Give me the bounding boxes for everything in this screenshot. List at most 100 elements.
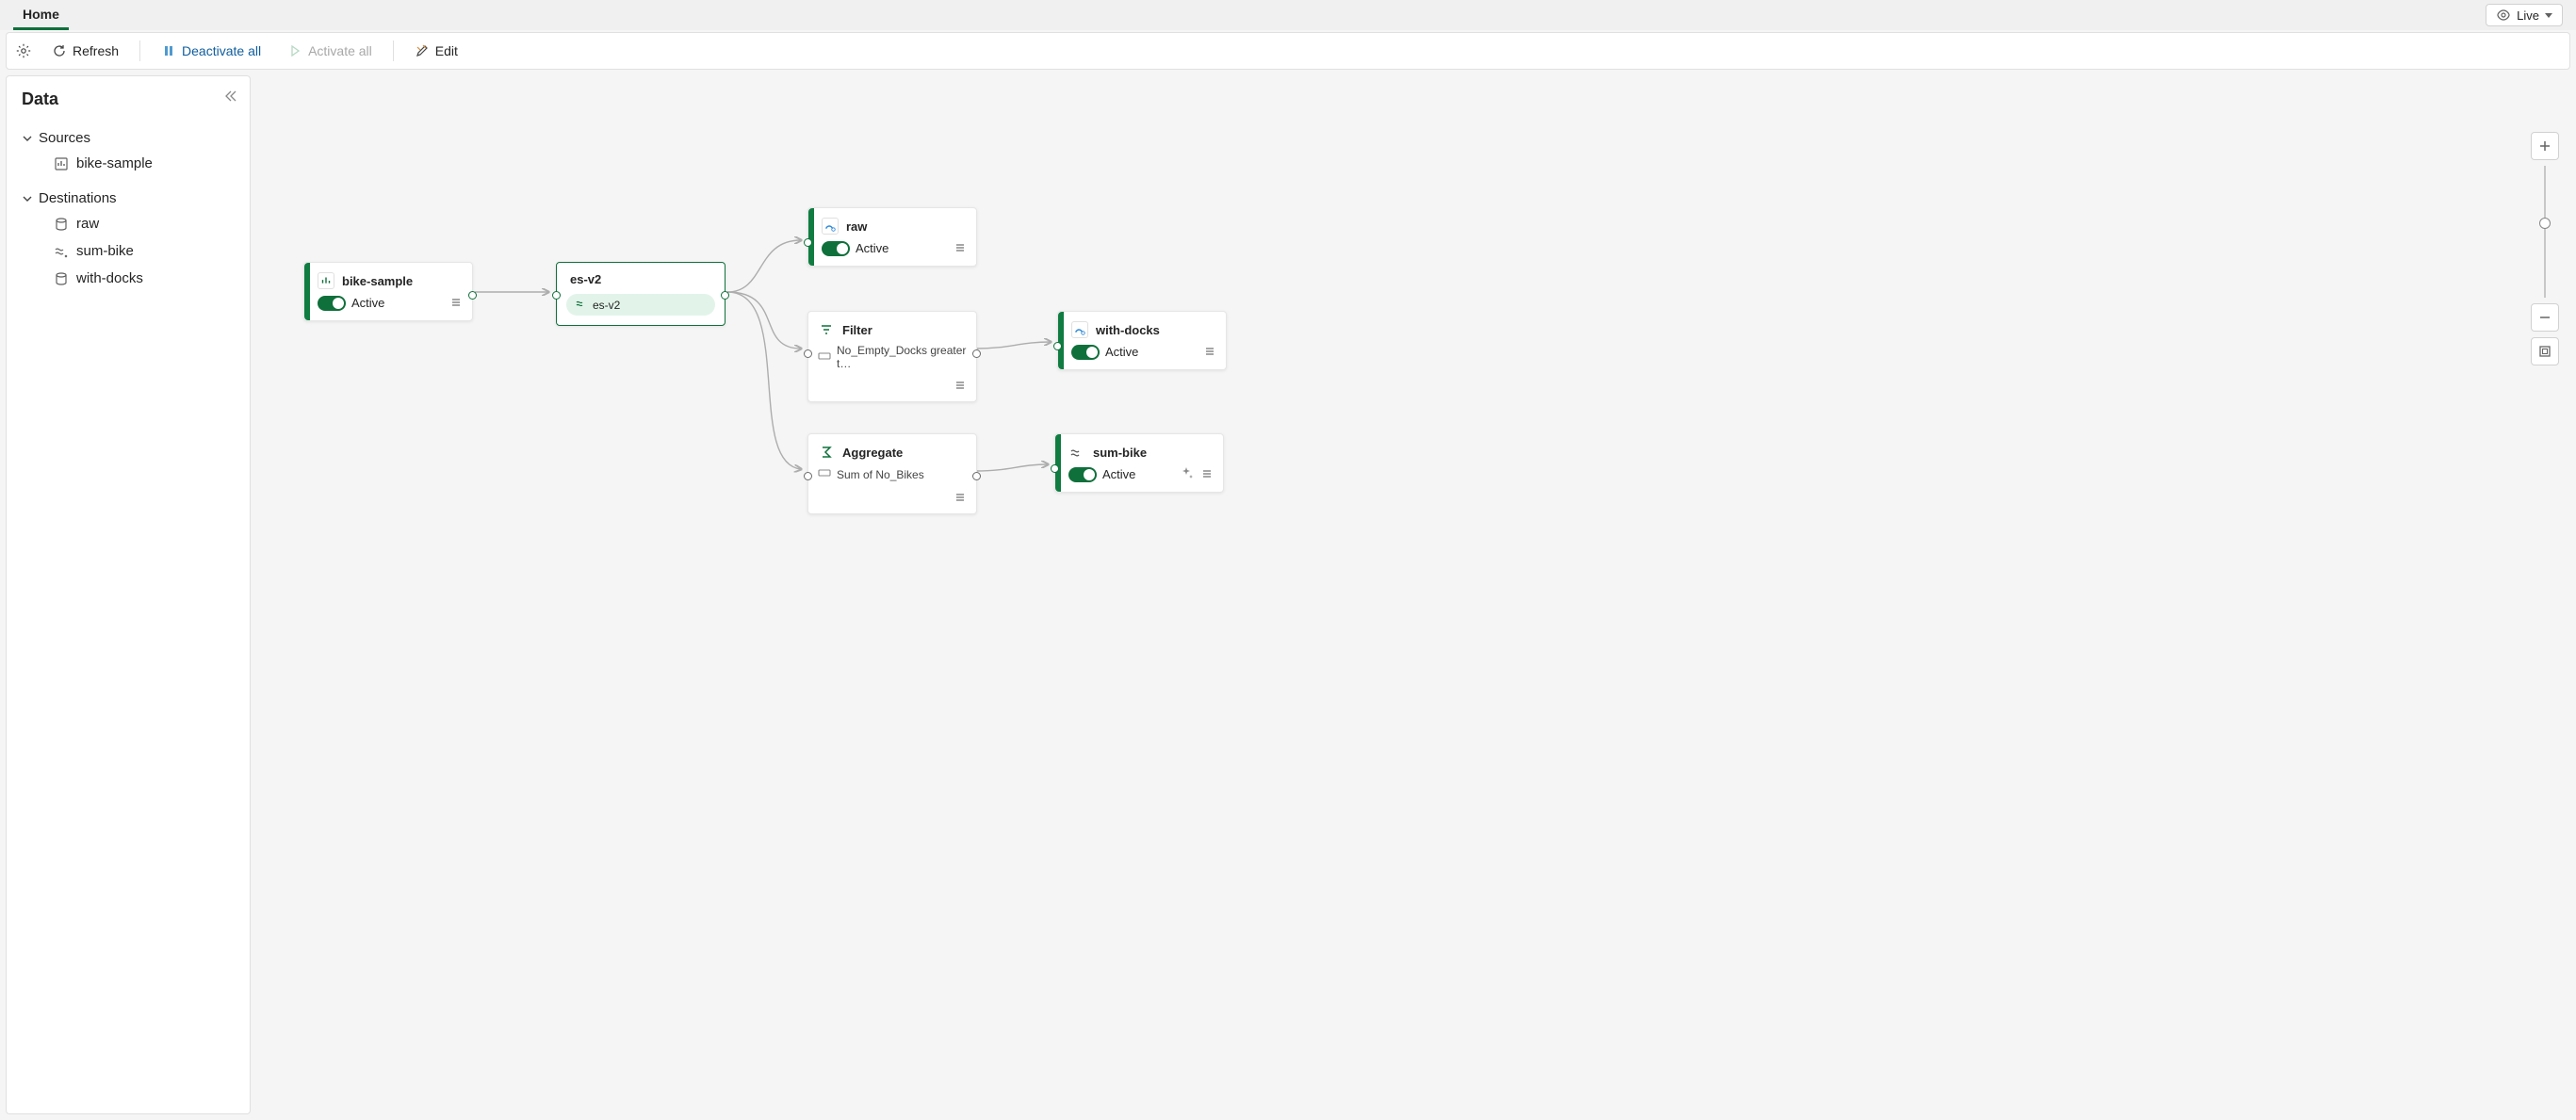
field-icon xyxy=(818,466,831,482)
tree-item-label: with-docks xyxy=(76,270,143,286)
tree-item-with-docks[interactable]: with-docks xyxy=(22,265,235,292)
fit-to-screen-button[interactable] xyxy=(2531,337,2559,365)
node-sum-bike[interactable]: sum-bike Active xyxy=(1054,433,1224,493)
node-title: with-docks xyxy=(1096,323,1160,337)
port-out[interactable] xyxy=(468,291,477,300)
zoom-in-button[interactable] xyxy=(2531,132,2559,160)
port-in[interactable] xyxy=(804,349,812,358)
tree-item-raw[interactable]: raw xyxy=(22,210,235,237)
port-in[interactable] xyxy=(552,291,561,300)
toggle-active[interactable] xyxy=(318,296,346,311)
gear-icon[interactable] xyxy=(16,43,31,58)
collapse-sidebar-button[interactable] xyxy=(223,89,236,106)
tree-item-label: bike-sample xyxy=(76,155,153,171)
refresh-button[interactable]: Refresh xyxy=(46,40,124,62)
node-status: Active xyxy=(1102,467,1135,481)
menu-icon[interactable] xyxy=(954,378,967,394)
tabs-bar: Home Live xyxy=(0,0,2576,30)
activate-all-button: Activate all xyxy=(282,40,378,62)
node-bike-sample[interactable]: bike-sample Active xyxy=(303,262,473,321)
node-filter[interactable]: Filter No_Empty_Docks greater t… xyxy=(807,311,977,402)
tree-item-bike-sample[interactable]: bike-sample xyxy=(22,150,235,177)
node-status: Active xyxy=(856,241,889,255)
zoom-out-button[interactable] xyxy=(2531,303,2559,332)
sidebar: Data Sources bike-sample Destinations xyxy=(6,75,251,1114)
pause-icon xyxy=(161,43,176,58)
destinations-label: Destinations xyxy=(39,190,117,206)
menu-icon[interactable] xyxy=(1200,466,1214,482)
tab-home[interactable]: Home xyxy=(13,1,69,30)
toggle-active[interactable] xyxy=(1068,467,1097,482)
toggle-active[interactable] xyxy=(1071,345,1100,360)
port-in[interactable] xyxy=(1053,342,1062,350)
node-title: Aggregate xyxy=(842,446,903,460)
port-out[interactable] xyxy=(972,349,981,358)
stream-icon xyxy=(54,244,69,259)
play-icon xyxy=(287,43,302,58)
refresh-icon xyxy=(52,43,67,58)
accent xyxy=(808,208,814,266)
stream-icon xyxy=(1068,444,1085,461)
menu-icon[interactable] xyxy=(449,295,463,311)
port-out[interactable] xyxy=(972,472,981,480)
kql-icon xyxy=(822,218,839,235)
edges xyxy=(256,75,2570,1114)
node-title: Filter xyxy=(842,323,872,337)
deactivate-all-button[interactable]: Deactivate all xyxy=(155,40,267,62)
bar-chart-icon xyxy=(54,156,69,171)
database-icon xyxy=(54,217,69,232)
chip-es-v2[interactable]: es-v2 xyxy=(566,294,715,316)
filter-rule: No_Empty_Docks greater t… xyxy=(837,344,967,370)
filter-icon xyxy=(818,321,835,338)
port-in[interactable] xyxy=(1051,464,1059,473)
port-in[interactable] xyxy=(804,472,812,480)
accent xyxy=(304,263,310,320)
edit-icon xyxy=(415,43,430,58)
menu-icon[interactable] xyxy=(1203,344,1216,360)
tree-section-sources[interactable]: Sources xyxy=(22,126,235,150)
refresh-label: Refresh xyxy=(73,43,119,58)
chevron-down-icon xyxy=(2545,13,2552,18)
node-title: es-v2 xyxy=(570,272,601,286)
menu-icon[interactable] xyxy=(954,240,967,256)
zoom-slider[interactable] xyxy=(2544,166,2546,298)
node-es-v2[interactable]: es-v2 es-v2 xyxy=(556,262,726,326)
port-in[interactable] xyxy=(804,238,812,247)
toggle-active[interactable] xyxy=(822,241,850,256)
tree-item-label: sum-bike xyxy=(76,243,134,259)
live-dropdown[interactable]: Live xyxy=(2486,4,2563,26)
field-icon xyxy=(818,349,831,365)
node-aggregate[interactable]: Aggregate Sum of No_Bikes xyxy=(807,433,977,514)
node-title: raw xyxy=(846,219,867,234)
sparkle-icon[interactable] xyxy=(1180,466,1193,482)
aggregate-rule: Sum of No_Bikes xyxy=(837,468,924,481)
zoom-controls xyxy=(2531,132,2559,365)
chevron-down-icon xyxy=(22,133,33,144)
stream-icon xyxy=(576,298,587,312)
eye-icon xyxy=(2496,8,2511,23)
menu-icon[interactable] xyxy=(954,490,967,506)
deactivate-all-label: Deactivate all xyxy=(182,43,261,58)
chevron-down-icon xyxy=(22,193,33,204)
divider xyxy=(139,41,140,61)
sigma-icon xyxy=(818,444,835,461)
kql-icon xyxy=(1071,321,1088,338)
sources-label: Sources xyxy=(39,130,90,146)
toolbar: Refresh Deactivate all Activate all Edit xyxy=(6,32,2570,70)
database-icon xyxy=(54,271,69,286)
tree-section-destinations[interactable]: Destinations xyxy=(22,187,235,210)
edit-label: Edit xyxy=(435,43,458,58)
node-with-docks[interactable]: with-docks Active xyxy=(1057,311,1227,370)
chip-label: es-v2 xyxy=(593,299,620,312)
node-title: sum-bike xyxy=(1093,446,1147,460)
zoom-handle[interactable] xyxy=(2539,218,2551,229)
node-status: Active xyxy=(351,296,384,310)
port-out[interactable] xyxy=(721,291,729,300)
edit-button[interactable]: Edit xyxy=(409,40,464,62)
node-status: Active xyxy=(1105,345,1138,359)
tree-item-sum-bike[interactable]: sum-bike xyxy=(22,237,235,265)
tree-item-label: raw xyxy=(76,216,99,232)
canvas[interactable]: bike-sample Active es-v2 xyxy=(256,75,2570,1114)
node-raw[interactable]: raw Active xyxy=(807,207,977,267)
sidebar-title: Data xyxy=(22,89,235,109)
